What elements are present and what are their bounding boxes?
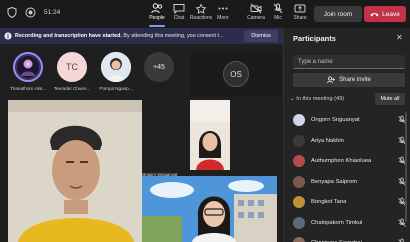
participant-name: Benyapa Saiprom xyxy=(311,178,358,185)
avatar-initials: OS xyxy=(223,61,249,87)
chat-button[interactable]: Chat xyxy=(167,3,191,21)
reactions-button[interactable]: Reactions xyxy=(189,3,213,21)
participant-avatar[interactable] xyxy=(101,52,131,82)
close-icon[interactable]: ✕ xyxy=(396,33,403,42)
video-feed xyxy=(190,100,230,170)
share-invite-label: Share invite xyxy=(339,77,371,83)
leave-button[interactable]: Leave xyxy=(364,6,406,22)
chevron-down-icon: ⌄ xyxy=(290,96,295,102)
people-label: People xyxy=(149,15,165,21)
more-label: More xyxy=(217,15,229,21)
participant-avatar xyxy=(293,114,305,126)
participant-search-input[interactable]: Type a name xyxy=(293,55,405,69)
participant-name: Chalopakorn Timkul xyxy=(311,219,363,226)
banner-bold-text: Recording and transcription have started… xyxy=(15,33,122,39)
mic-button[interactable]: Mic xyxy=(266,3,290,21)
more-button[interactable]: More xyxy=(211,3,235,21)
camera-off-icon xyxy=(250,3,262,14)
participant-avatar xyxy=(293,237,305,242)
participant-tile-os: OS xyxy=(190,53,282,97)
people-button[interactable]: People xyxy=(145,3,169,27)
more-icon xyxy=(218,7,228,10)
avatar-photo xyxy=(17,56,39,78)
participants-panel: Participants ✕ Type a name Share invite … xyxy=(283,28,410,242)
people-icon xyxy=(151,3,163,14)
in-meeting-label: In this meeting (49) xyxy=(296,96,345,102)
phone-hangup-icon xyxy=(370,12,379,16)
share-label: Share xyxy=(293,15,307,21)
reactions-icon xyxy=(195,3,207,14)
avatar-name: Thanathorn Aks... xyxy=(9,86,46,91)
participant-row[interactable]: Authumphon Khiaoluea xyxy=(293,152,410,170)
participant-name: Bongkot Tana xyxy=(311,199,347,205)
meeting-toolbar: 51:24 People Chat Reactions More Camera … xyxy=(0,0,410,28)
meeting-timer: 51:24 xyxy=(44,8,61,16)
participant-avatar xyxy=(293,155,305,167)
avatar-initials: TC xyxy=(66,62,78,72)
shield-icon xyxy=(6,6,18,18)
participant-avatar xyxy=(293,134,305,147)
avatar-photo xyxy=(101,52,131,82)
participants-scrollbar[interactable] xyxy=(405,112,407,222)
participant-name: Ariya Nakhin xyxy=(311,137,344,144)
record-icon xyxy=(24,6,36,18)
recording-banner: Recording and transcription have started… xyxy=(0,28,283,44)
banner-message: Recording and transcription have started… xyxy=(15,33,247,39)
reactions-label: Reactions xyxy=(189,15,213,21)
participant-name: Authumphon Khiaoluea xyxy=(311,158,372,164)
participant-row[interactable]: Ongorn Snguanyat xyxy=(293,111,410,129)
camera-button[interactable]: Camera xyxy=(244,3,268,21)
mic-off-icon xyxy=(273,3,283,14)
mic-off-icon[interactable] xyxy=(397,238,407,242)
leave-label: Leave xyxy=(382,10,400,18)
participant-avatar[interactable] xyxy=(13,52,43,82)
in-meeting-header[interactable]: ⌄ In this meeting (49) xyxy=(290,96,344,102)
chat-label: Chat xyxy=(173,15,185,21)
participant-avatar xyxy=(293,175,305,188)
participant-row[interactable]: Chalopakorn Timkul xyxy=(293,214,410,232)
participant-avatar xyxy=(293,216,305,229)
video-feed xyxy=(8,100,142,242)
dismiss-button[interactable]: Dismiss xyxy=(244,30,278,42)
avatar-name: Pornpit Nganp... xyxy=(99,86,133,91)
camera-label: Camera xyxy=(247,15,265,21)
participant-name: Ongorn Snguanyat xyxy=(311,117,360,123)
share-button[interactable]: Share xyxy=(288,3,312,21)
search-placeholder: Type a name xyxy=(298,58,333,65)
participant-row[interactable]: Bongkot Tana xyxy=(293,193,410,211)
participant-avatar xyxy=(293,196,305,208)
join-room-button[interactable]: Join room xyxy=(314,6,362,22)
video-feed xyxy=(142,176,277,242)
mute-all-button[interactable]: Mute all xyxy=(375,93,405,105)
banner-rest-text: By attending this meeting, you consent t… xyxy=(121,33,224,39)
info-icon xyxy=(4,32,12,40)
video-tile-secondary xyxy=(190,100,230,170)
participant-row[interactable]: Ariya Nakhin xyxy=(293,132,410,150)
participant-row[interactable]: Chanisara Sornchai xyxy=(293,234,410,242)
share-icon xyxy=(294,4,306,13)
participant-avatar[interactable]: TC xyxy=(57,52,87,82)
chat-icon xyxy=(173,4,185,14)
share-invite-button[interactable]: Share invite xyxy=(293,73,405,87)
video-tile-main xyxy=(8,100,142,242)
panel-title: Participants xyxy=(293,34,336,43)
mic-label: Mic xyxy=(274,15,282,21)
avatar-name: Teeradet Chuen... xyxy=(53,86,91,91)
add-person-icon xyxy=(327,76,336,84)
more-participants-count[interactable]: +45 xyxy=(144,52,174,82)
participant-row[interactable]: Benyapa Saiprom xyxy=(293,173,410,191)
video-tile-student xyxy=(142,176,277,242)
